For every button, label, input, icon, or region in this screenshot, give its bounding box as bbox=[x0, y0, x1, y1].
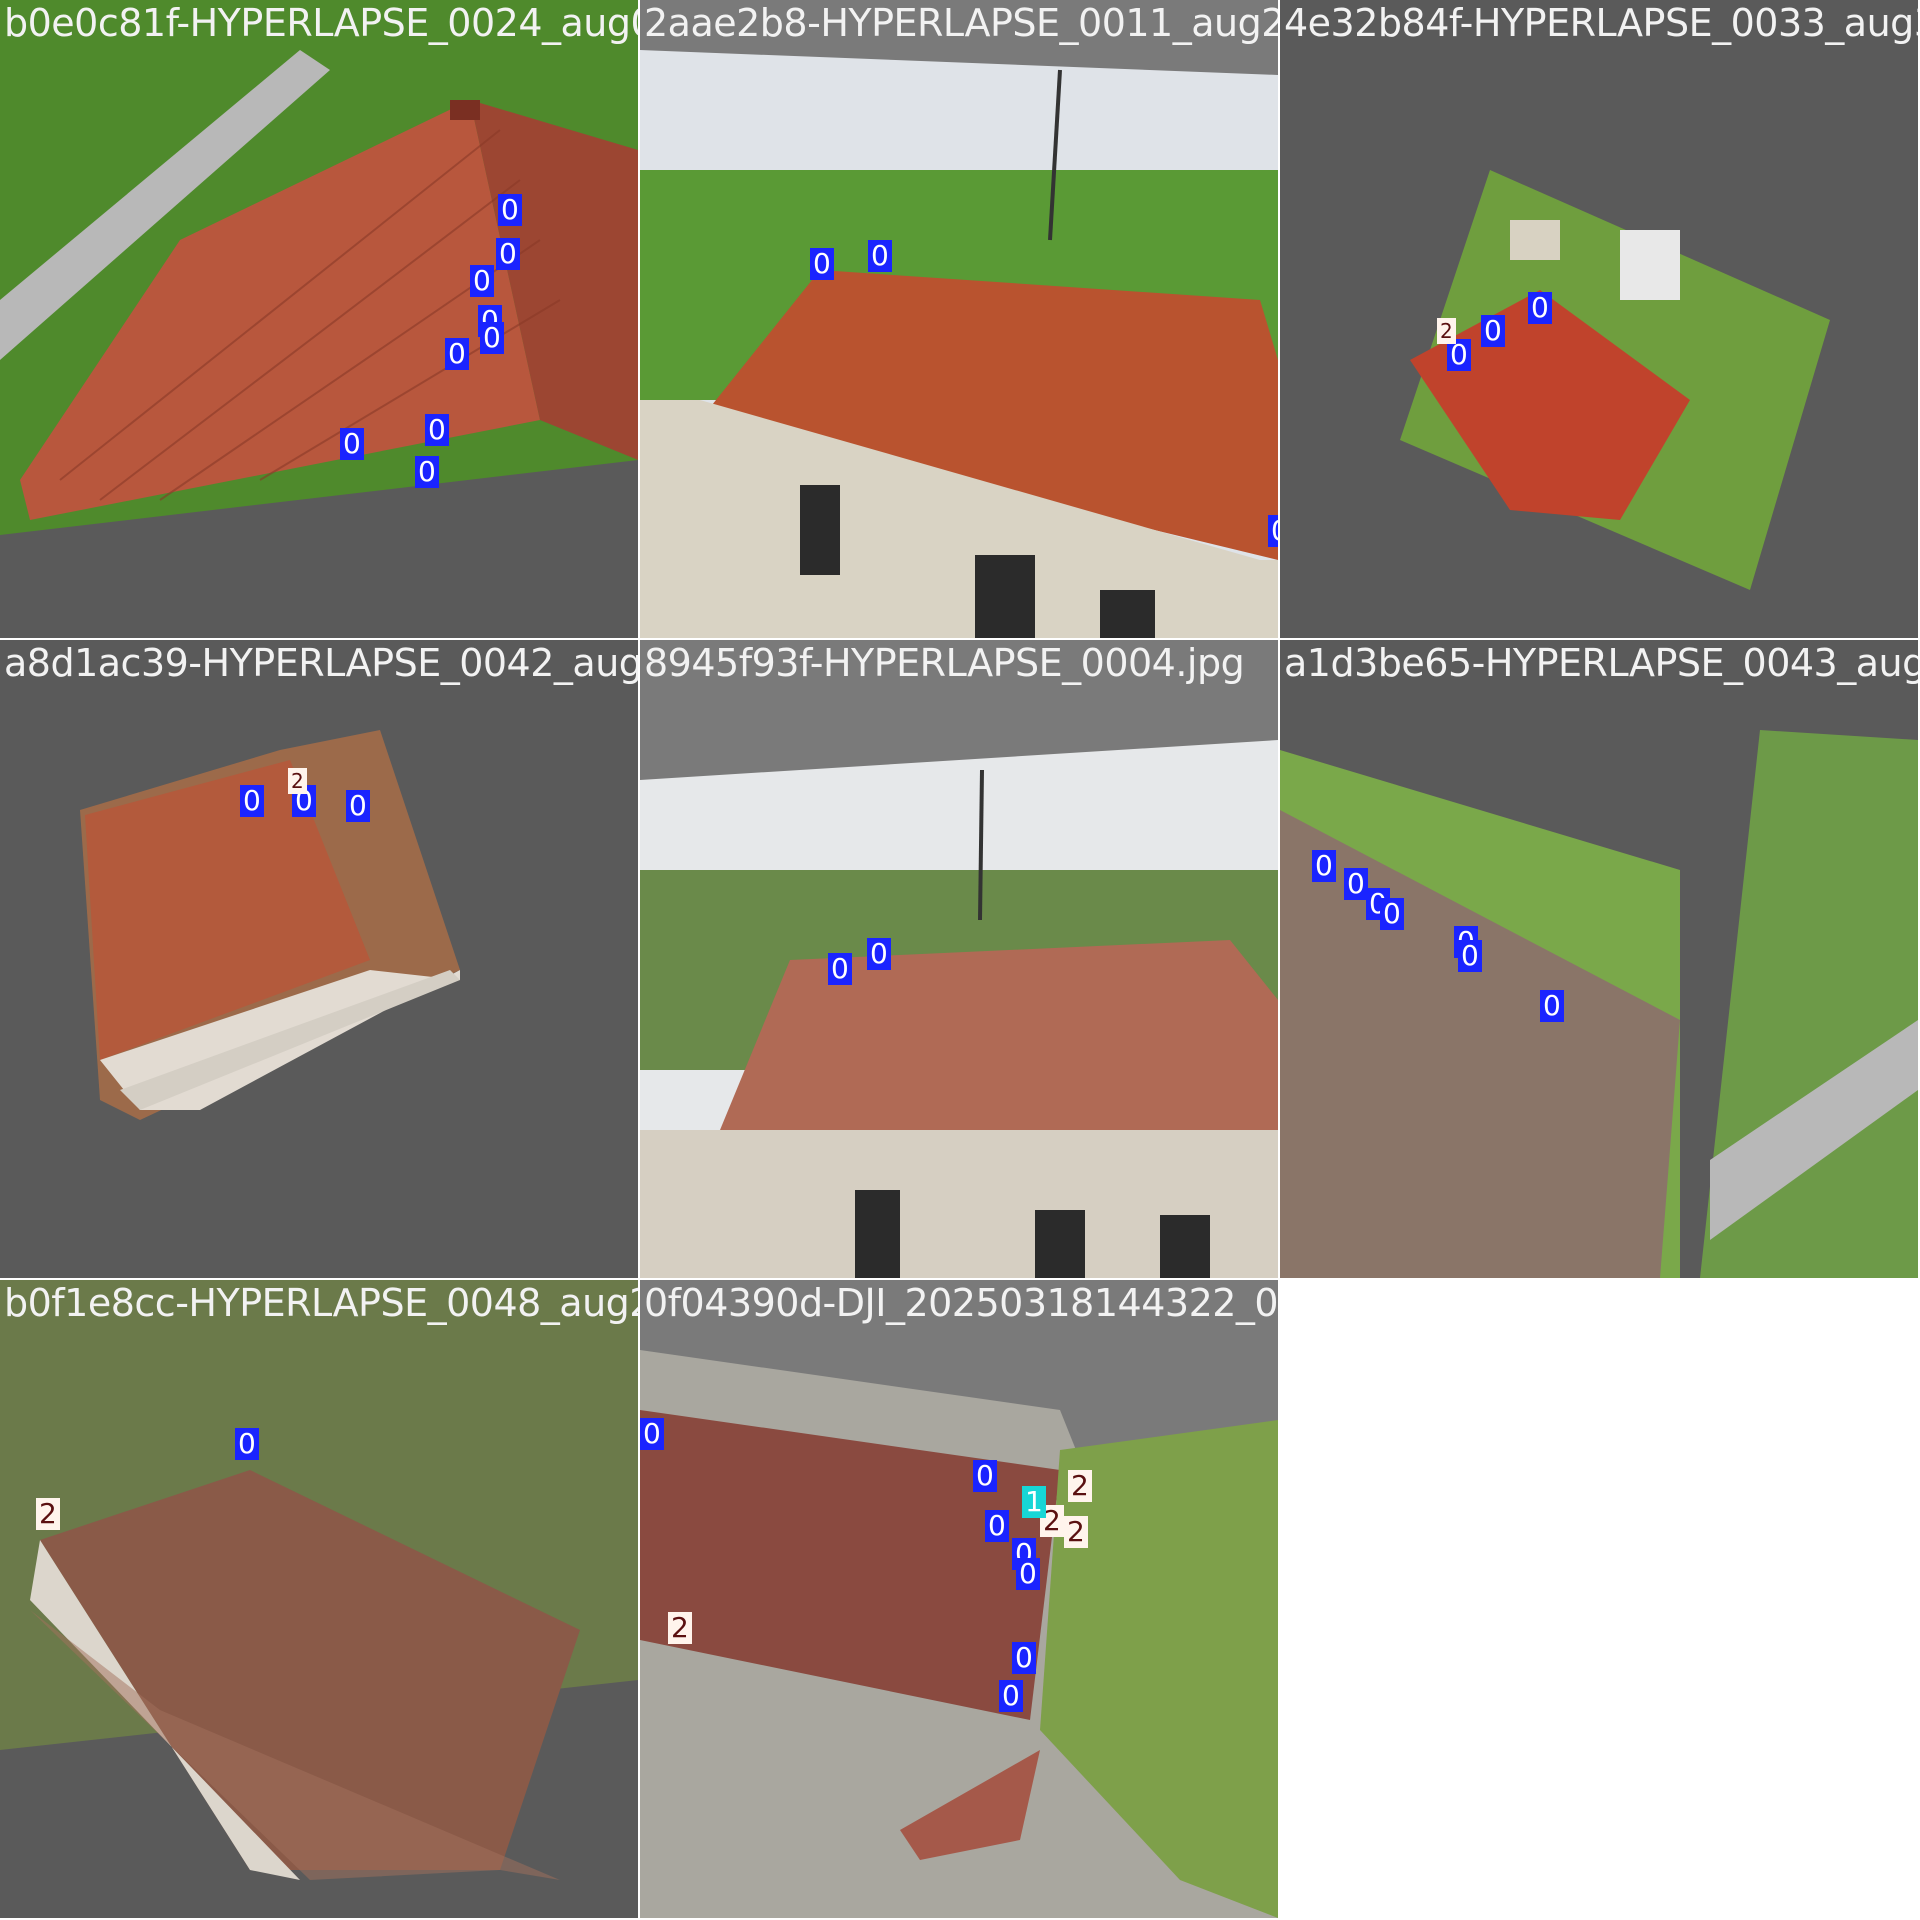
detection-label: 2 bbox=[1068, 1470, 1092, 1502]
detection-label: 0 bbox=[1016, 1558, 1040, 1590]
detection-label: 0 bbox=[498, 194, 522, 226]
mosaic-tile: 2aae2b8-HYPERLAPSE_0011_aug2.jpg 0 0 0 bbox=[640, 0, 1278, 638]
detection-label: 0 bbox=[1268, 515, 1278, 547]
detection-label: 0 bbox=[1458, 940, 1482, 972]
detection-label: 0 bbox=[1380, 898, 1404, 930]
detection-label: 0 bbox=[867, 938, 891, 970]
detection-label: 0 bbox=[235, 1428, 259, 1460]
image-filename: 2aae2b8-HYPERLAPSE_0011_aug2.jpg bbox=[644, 1, 1278, 45]
tile-image bbox=[640, 1280, 1278, 1918]
detection-label: 0 bbox=[340, 428, 364, 460]
detection-label: 2 bbox=[1064, 1516, 1088, 1548]
tile-image bbox=[640, 0, 1278, 638]
detection-label: 0 bbox=[346, 790, 370, 822]
tile-image bbox=[640, 640, 1278, 1278]
detection-label: 0 bbox=[240, 785, 264, 817]
detection-label: 0 bbox=[425, 414, 449, 446]
image-filename: b0f1e8cc-HYPERLAPSE_0048_aug2.jpg bbox=[4, 1281, 638, 1325]
detection-label: 0 bbox=[1528, 292, 1552, 324]
mosaic-tile: 8945f93f-HYPERLAPSE_0004.jpg 0 0 bbox=[640, 640, 1278, 1278]
detection-label: 0 bbox=[1344, 868, 1368, 900]
detection-label: 2 bbox=[1437, 318, 1456, 344]
grid-line bbox=[638, 0, 640, 1918]
image-filename: 0f04390d-DJI_20250318144322_0032_D_aug1. bbox=[644, 1281, 1278, 1325]
detection-label: 0 bbox=[480, 322, 504, 354]
detection-label: 0 bbox=[810, 248, 834, 280]
mosaic-tile: b0f1e8cc-HYPERLAPSE_0048_aug2.jpg 0 2 bbox=[0, 1280, 638, 1918]
detection-label: 0 bbox=[1312, 850, 1336, 882]
mosaic-tile: 4e32b84f-HYPERLAPSE_0033_aug3 0 0 0 2 bbox=[1280, 0, 1918, 638]
detection-label: 2 bbox=[668, 1612, 692, 1644]
image-filename: 4e32b84f-HYPERLAPSE_0033_aug3 bbox=[1284, 1, 1918, 45]
detection-label: 0 bbox=[985, 1510, 1009, 1542]
detection-label: 2 bbox=[36, 1498, 60, 1530]
image-filename: b0e0c81f-HYPERLAPSE_0024_aug0.jpg bbox=[4, 1, 638, 45]
detection-label: 2 bbox=[288, 768, 307, 794]
image-filename: a1d3be65-HYPERLAPSE_0043_aug0 bbox=[1284, 641, 1918, 685]
image-filename: 8945f93f-HYPERLAPSE_0004.jpg bbox=[644, 641, 1245, 685]
detection-label: 0 bbox=[1481, 315, 1505, 347]
tile-image bbox=[0, 0, 638, 638]
mosaic-grid: b0e0c81f-HYPERLAPSE_0024_aug0.jpg 0 0 0 … bbox=[0, 0, 1920, 1920]
mosaic-tile: a1d3be65-HYPERLAPSE_0043_aug0 0 0 0 0 0 … bbox=[1280, 640, 1918, 1278]
detection-label: 0 bbox=[868, 240, 892, 272]
image-filename: a8d1ac39-HYPERLAPSE_0042_aug2.jpg bbox=[4, 641, 638, 685]
detection-label: 0 bbox=[470, 265, 494, 297]
detection-label: 0 bbox=[1012, 1642, 1036, 1674]
detection-label: 0 bbox=[999, 1680, 1023, 1712]
grid-line bbox=[0, 1278, 1278, 1280]
mosaic-tile: b0e0c81f-HYPERLAPSE_0024_aug0.jpg 0 0 0 … bbox=[0, 0, 638, 638]
detection-label: 0 bbox=[415, 456, 439, 488]
tile-image bbox=[1280, 0, 1918, 638]
detection-label: 0 bbox=[445, 338, 469, 370]
tile-image bbox=[1280, 640, 1918, 1278]
tile-image bbox=[0, 640, 638, 1278]
mosaic-tile-empty bbox=[1280, 1280, 1918, 1918]
detection-label: 0 bbox=[496, 238, 520, 270]
detection-label: 1 bbox=[1022, 1486, 1046, 1518]
detection-label: 0 bbox=[828, 953, 852, 985]
grid-line bbox=[0, 638, 1918, 640]
detection-label: 0 bbox=[973, 1460, 997, 1492]
detection-label: 0 bbox=[640, 1418, 664, 1450]
tile-image bbox=[0, 1280, 638, 1918]
detection-label: 0 bbox=[1540, 990, 1564, 1022]
mosaic-tile: a8d1ac39-HYPERLAPSE_0042_aug2.jpg 0 0 0 … bbox=[0, 640, 638, 1278]
mosaic-tile: 0f04390d-DJI_20250318144322_0032_D_aug1.… bbox=[640, 1280, 1278, 1918]
